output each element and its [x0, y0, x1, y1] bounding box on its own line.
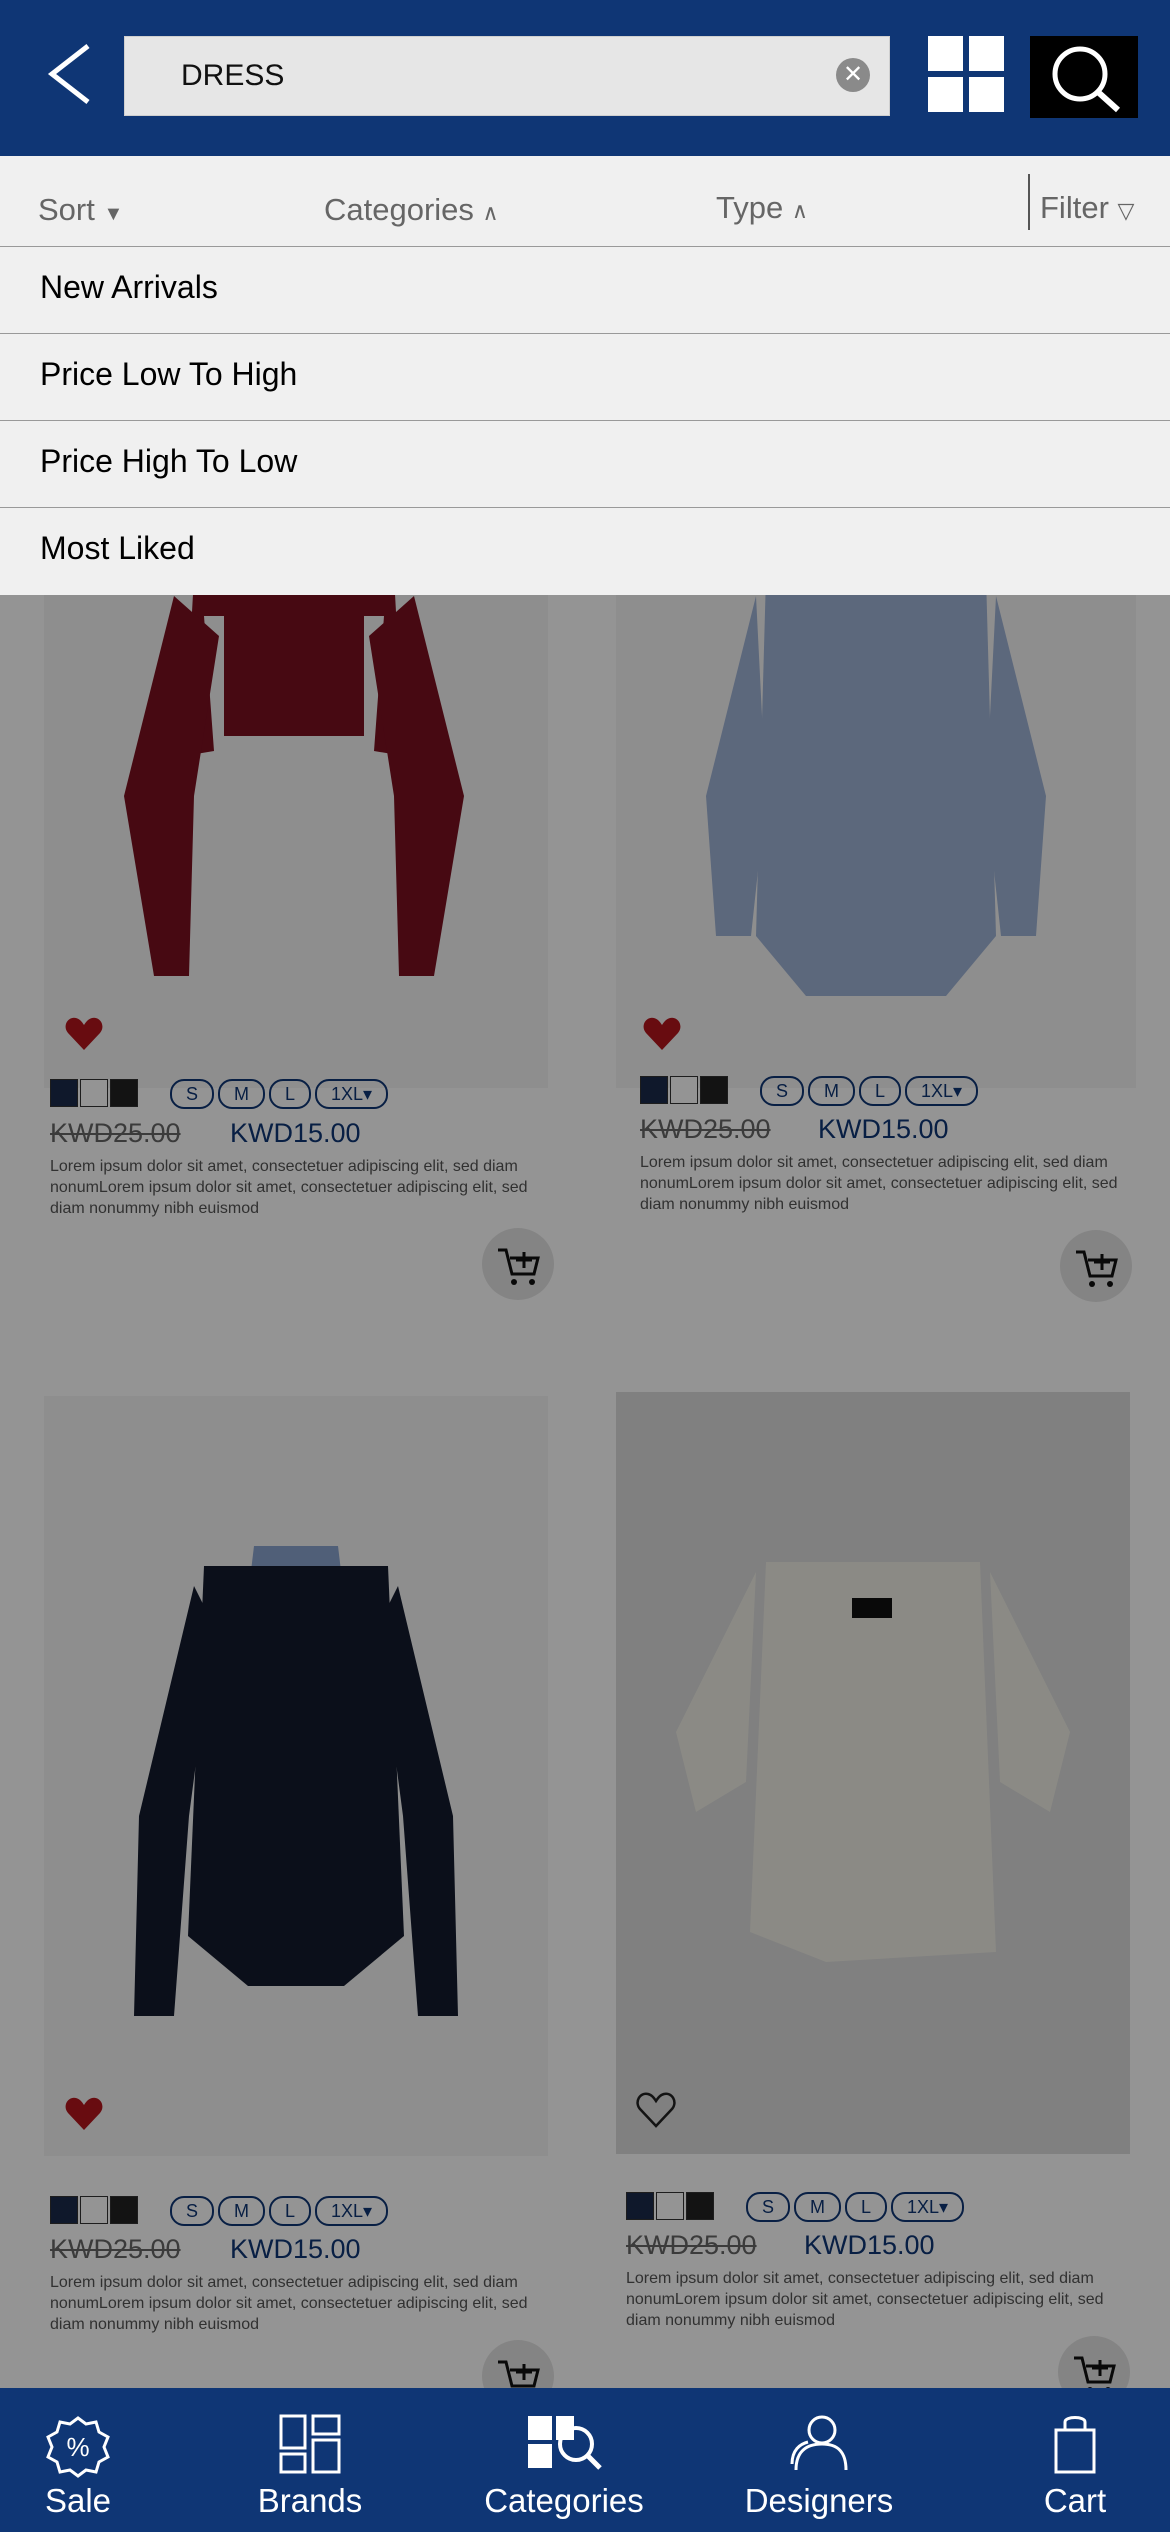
- type-toggle[interactable]: Type ∧: [716, 190, 808, 226]
- sort-option-price-high-low[interactable]: Price High To Low: [0, 421, 1170, 508]
- nav-sale[interactable]: % Sale: [20, 2388, 136, 2532]
- sort-option-new-arrivals[interactable]: New Arrivals: [0, 247, 1170, 334]
- brands-icon: [279, 2414, 341, 2474]
- search-input[interactable]: DRESS ✕: [124, 36, 890, 116]
- sort-option-label: Price High To Low: [40, 443, 298, 479]
- search-button[interactable]: [1030, 36, 1138, 118]
- sort-option-label: Price Low To High: [40, 356, 298, 392]
- type-label: Type: [716, 190, 784, 225]
- categories-icon: [528, 2416, 602, 2470]
- sale-badge-icon: %: [46, 2416, 110, 2478]
- nav-label: Brands: [257, 2482, 363, 2519]
- nav-label: Cart: [1043, 2482, 1107, 2519]
- nav-cart[interactable]: Cart: [1032, 2388, 1118, 2532]
- nav-label: Categories: [484, 2482, 644, 2519]
- sort-option-price-low-high[interactable]: Price Low To High: [0, 334, 1170, 421]
- nav-label: Designers: [744, 2482, 894, 2519]
- divider: [1028, 174, 1030, 230]
- nav-categories[interactable]: Categories: [478, 2388, 650, 2532]
- nav-label: Sale: [44, 2482, 112, 2519]
- caret-down-icon: ▼: [103, 203, 124, 225]
- sort-option-label: New Arrivals: [40, 269, 218, 305]
- filter-label: Filter: [1040, 190, 1109, 225]
- nav-brands[interactable]: Brands: [240, 2388, 380, 2532]
- search-icon: [1052, 46, 1121, 113]
- sort-option-most-liked[interactable]: Most Liked: [0, 508, 1170, 594]
- top-header: DRESS ✕: [0, 0, 1170, 156]
- search-input-value: DRESS: [181, 59, 285, 92]
- clear-icon[interactable]: ✕: [836, 58, 870, 92]
- categories-toggle[interactable]: Categories ∧: [324, 192, 499, 228]
- sort-label: Sort: [38, 192, 95, 227]
- filter-funnel-icon: ▽: [1117, 198, 1135, 223]
- filter-toggle[interactable]: Filter ▽: [1040, 190, 1134, 226]
- bottom-navigation: % Sale Brands Categories Designers Cart: [0, 2388, 1170, 2532]
- back-arrow-icon[interactable]: [42, 42, 98, 106]
- sort-toggle[interactable]: Sort ▼: [38, 192, 123, 228]
- sort-option-label: Most Liked: [40, 530, 195, 566]
- designers-icon: [790, 2415, 848, 2471]
- grid-view-icon[interactable]: [928, 36, 1004, 114]
- nav-designers[interactable]: Designers: [740, 2388, 898, 2532]
- chevron-up-icon: ∧: [791, 198, 808, 223]
- cart-icon: [1054, 2416, 1096, 2474]
- categories-label: Categories: [324, 192, 474, 227]
- sort-dropdown-menu: New Arrivals Price Low To High Price Hig…: [0, 247, 1170, 595]
- chevron-up-icon: ∧: [482, 200, 499, 225]
- sort-filter-bar: Sort ▼ Categories ∧ Type ∧ Filter ▽: [0, 156, 1170, 247]
- svg-text:%: %: [66, 2432, 89, 2462]
